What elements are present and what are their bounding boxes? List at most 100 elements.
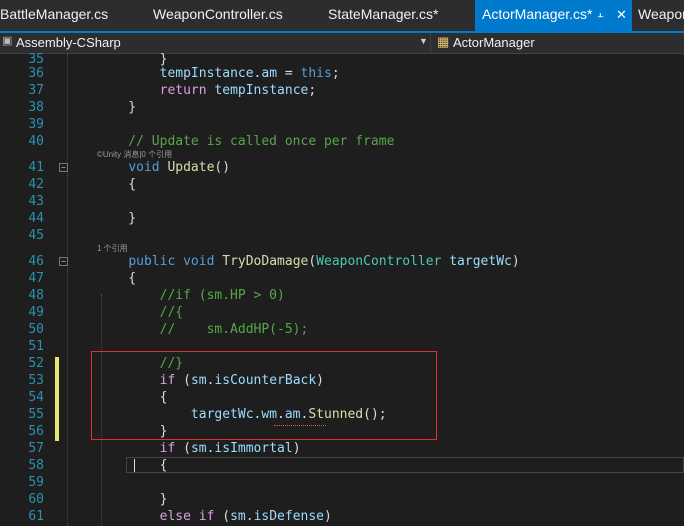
- code-text: {: [97, 176, 136, 193]
- code-token: }: [97, 100, 137, 115]
- class-dropdown[interactable]: ▦ ActorManager: [433, 33, 684, 53]
- code-token: =: [277, 66, 301, 81]
- close-icon[interactable]: ✕: [616, 0, 627, 29]
- line-number: 45: [28, 228, 44, 243]
- code-line[interactable]: 38 }: [0, 99, 684, 116]
- pin-icon[interactable]: ⫠: [597, 0, 604, 29]
- code-line[interactable]: 49 //{: [0, 304, 684, 321]
- code-line[interactable]: 40 // Update is called once per frame: [0, 133, 684, 150]
- code-line[interactable]: 61 else if (sm.isDefense): [0, 508, 684, 525]
- line-number: 40: [28, 134, 44, 149]
- code-line[interactable]: 37 return tempInstance;: [0, 82, 684, 99]
- line-number: 42: [28, 177, 44, 192]
- code-token: // sm.AddHP(-5);: [97, 322, 309, 337]
- tab-weapon[interactable]: Weapon: [638, 0, 684, 31]
- codelens-trydodamage[interactable]: 1 个引用: [97, 244, 128, 253]
- code-editor[interactable]: ©Unity 消息|0 个引用 1 个引用 − − 35 } 36 tempIns…: [0, 52, 684, 526]
- code-token: am: [261, 66, 278, 81]
- code-token: sm: [230, 509, 246, 524]
- tab-actor-manager[interactable]: ActorManager.cs* ⫠ ✕: [475, 0, 632, 31]
- code-token: }: [97, 492, 168, 507]
- code-token: TryDoDamage: [222, 254, 309, 269]
- line-number: 43: [28, 194, 44, 209]
- code-line[interactable]: 45: [0, 227, 684, 244]
- code-line[interactable]: 44 }: [0, 210, 684, 227]
- code-token: isImmortal: [214, 441, 293, 456]
- code-token: if: [198, 509, 215, 524]
- code-text: //{: [97, 304, 183, 321]
- code-token: Update: [167, 160, 215, 175]
- code-token: ): [292, 441, 301, 456]
- code-token: (: [214, 509, 231, 524]
- code-text: // Update is called once per frame: [97, 133, 394, 150]
- line-number: 55: [28, 407, 44, 422]
- line-number: 47: [28, 271, 44, 286]
- line-number: 57: [28, 441, 44, 456]
- tab-label: ActorManager.cs*: [482, 6, 593, 22]
- code-line[interactable]: 42 {: [0, 176, 684, 193]
- code-token: if: [159, 441, 176, 456]
- tab-weapon-controller[interactable]: WeaponController.cs: [153, 0, 283, 31]
- code-line[interactable]: 58 {: [0, 457, 684, 474]
- line-number: 61: [28, 509, 44, 524]
- project-icon: ▣: [2, 35, 13, 47]
- line-number: 37: [28, 83, 44, 98]
- code-token: WeaponController: [316, 254, 442, 269]
- tab-battle-manager[interactable]: BattleManager.cs: [0, 0, 108, 31]
- line-number: 60: [28, 492, 44, 507]
- code-text: public void TryDoDamage(WeaponController…: [97, 253, 520, 270]
- code-token: // Update is called once per frame: [97, 134, 395, 149]
- code-line[interactable]: 47 {: [0, 270, 684, 287]
- line-number: 48: [28, 288, 44, 303]
- code-text: }: [97, 491, 168, 508]
- code-line[interactable]: 60 }: [0, 491, 684, 508]
- line-number: 36: [28, 66, 44, 81]
- code-line[interactable]: 36 tempInstance.am = this;: [0, 65, 684, 82]
- document-tab-bar: BattleManager.cs WeaponController.cs Sta…: [0, 0, 684, 33]
- code-token: {: [97, 177, 137, 192]
- line-number: 59: [28, 475, 44, 490]
- code-text: }: [97, 99, 136, 116]
- code-line[interactable]: 59: [0, 474, 684, 491]
- line-number: 53: [28, 373, 44, 388]
- code-text: }: [97, 210, 136, 227]
- code-token: }: [97, 211, 137, 226]
- tab-label: BattleManager.cs: [0, 6, 109, 22]
- code-line[interactable]: 48 //if (sm.HP > 0): [0, 287, 684, 304]
- code-line[interactable]: 50 // sm.AddHP(-5);: [0, 321, 684, 338]
- code-token: .: [245, 509, 254, 524]
- line-number: 56: [28, 424, 44, 439]
- line-number: 44: [28, 211, 44, 226]
- code-line[interactable]: 41 void Update(): [0, 159, 684, 176]
- tab-state-manager[interactable]: StateManager.cs*: [328, 0, 439, 31]
- code-token: sm: [190, 441, 207, 456]
- highlight-annotation-box: [91, 351, 437, 440]
- code-text: if (sm.isImmortal): [97, 440, 301, 457]
- code-text: else if (sm.isDefense): [97, 508, 332, 525]
- code-text: {: [97, 270, 136, 287]
- code-token: ): [324, 509, 332, 524]
- code-line[interactable]: 39: [0, 116, 684, 133]
- code-token: tempInstance: [214, 83, 309, 98]
- code-line[interactable]: 57 if (sm.isImmortal): [0, 440, 684, 457]
- code-text: //if (sm.HP > 0): [97, 287, 285, 304]
- line-number: 46: [28, 254, 44, 269]
- line-number: 41: [28, 160, 44, 175]
- code-line[interactable]: 43: [0, 193, 684, 210]
- class-name: ActorManager: [453, 35, 535, 50]
- line-number: 39: [28, 117, 44, 132]
- project-dropdown[interactable]: ▣ Assembly-CSharp ▼: [0, 33, 431, 53]
- code-token: this: [300, 66, 332, 81]
- code-token: ): [511, 254, 520, 269]
- code-token: {: [97, 458, 168, 473]
- line-number: 49: [28, 305, 44, 320]
- codelens-update[interactable]: ©Unity 消息|0 个引用: [97, 150, 172, 159]
- tab-label: WeaponController.cs: [153, 6, 283, 22]
- code-line[interactable]: 46 public void TryDoDamage(WeaponControl…: [0, 253, 684, 270]
- chevron-down-icon[interactable]: ▼: [419, 36, 428, 46]
